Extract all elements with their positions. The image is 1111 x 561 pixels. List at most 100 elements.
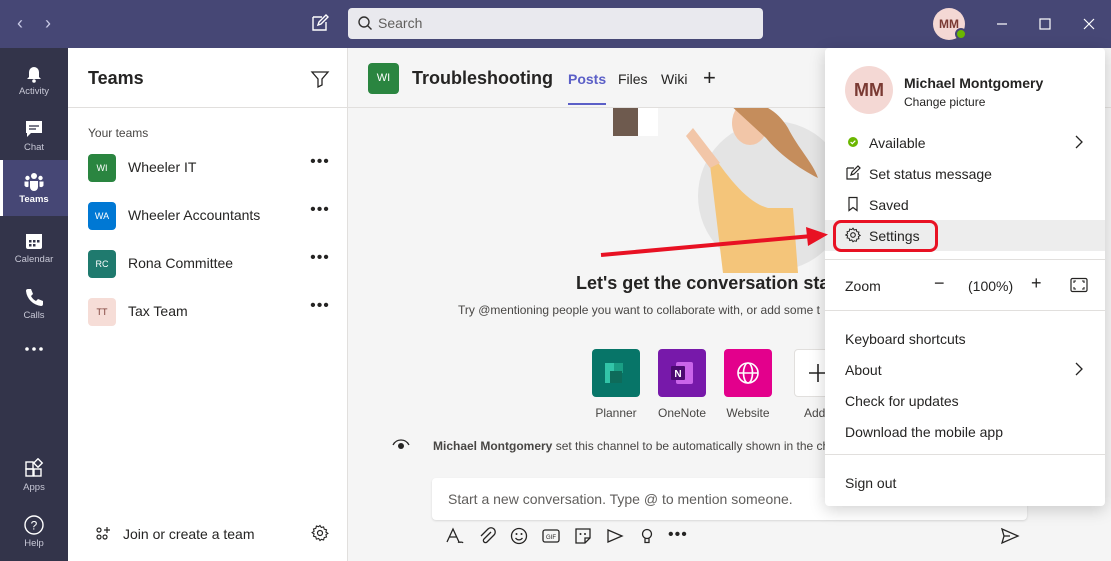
- eye-icon: [392, 438, 410, 455]
- profile-menu: MM Michael Montgomery Change picture Ava…: [825, 48, 1105, 506]
- emoji-icon[interactable]: [508, 525, 530, 547]
- status-available-item[interactable]: Available: [825, 127, 1105, 158]
- zoom-label: Zoom: [845, 278, 881, 294]
- maximize-icon[interactable]: [1031, 10, 1059, 38]
- gear-icon[interactable]: [311, 524, 329, 545]
- fullscreen-icon[interactable]: [1070, 277, 1088, 296]
- team-avatar: WI: [88, 154, 116, 182]
- zoom-out-button[interactable]: −: [934, 273, 945, 294]
- more-icon: [25, 347, 43, 351]
- team-item-tax-team[interactable]: TT Tax Team •••: [68, 286, 348, 334]
- planner-app-tile[interactable]: [592, 349, 640, 397]
- zoom-control: Zoom − (100%) +: [825, 270, 1105, 300]
- menu-item-label: Download the mobile app: [845, 424, 1003, 440]
- chat-icon: [26, 121, 42, 137]
- zoom-value: (100%): [968, 278, 1014, 294]
- channel-title: Troubleshooting: [412, 68, 553, 88]
- onenote-app-tile[interactable]: N: [658, 349, 706, 397]
- teams-header: Teams: [68, 48, 348, 108]
- change-picture-link[interactable]: Change picture: [904, 95, 985, 109]
- available-status-icon: [955, 28, 967, 40]
- rail-item-help[interactable]: ? Help: [0, 504, 68, 560]
- teams-panel: Teams Your teams WI Wheeler IT ••• WA Wh…: [68, 48, 348, 561]
- team-name: Wheeler IT: [128, 159, 197, 175]
- avatar[interactable]: MM: [845, 66, 893, 114]
- more-options-icon[interactable]: •••: [309, 154, 331, 176]
- set-status-message-item[interactable]: Set status message: [825, 158, 1105, 189]
- rail-item-calls[interactable]: Calls: [0, 276, 68, 332]
- rail-item-activity[interactable]: Activity: [0, 52, 68, 108]
- more-options-icon[interactable]: •••: [309, 298, 331, 320]
- channel-avatar: WI: [368, 63, 399, 94]
- tab-wiki[interactable]: Wiki: [661, 71, 687, 87]
- format-icon[interactable]: [444, 525, 466, 547]
- rail-item-teams[interactable]: Teams: [0, 160, 68, 216]
- join-or-create-team-button[interactable]: Join or create a team: [68, 516, 348, 556]
- menu-divider: [825, 310, 1105, 311]
- team-name: Tax Team: [128, 303, 188, 319]
- app-label-website: Website: [726, 406, 770, 420]
- search-icon: [357, 15, 373, 31]
- keyboard-shortcuts-item[interactable]: Keyboard shortcuts: [825, 323, 1105, 354]
- saved-item[interactable]: Saved: [825, 189, 1105, 220]
- filter-icon[interactable]: [310, 69, 330, 92]
- new-chat-compose-icon[interactable]: [309, 12, 331, 34]
- more-options-icon[interactable]: •••: [668, 525, 690, 547]
- team-avatar: RC: [88, 250, 116, 278]
- team-item-wheeler-it[interactable]: WI Wheeler IT •••: [68, 142, 348, 190]
- rail-item-chat[interactable]: Chat: [0, 108, 68, 164]
- join-label: Join or create a team: [123, 526, 255, 542]
- sticker-icon[interactable]: [572, 525, 594, 547]
- back-arrow-icon[interactable]: ‹: [9, 12, 31, 34]
- team-avatar: TT: [88, 298, 116, 326]
- rail-label-apps: Apps: [23, 482, 45, 493]
- menu-divider: [825, 259, 1105, 260]
- search-placeholder: Search: [378, 15, 423, 31]
- zoom-in-button[interactable]: +: [1031, 273, 1042, 294]
- send-icon[interactable]: [1000, 527, 1020, 548]
- menu-item-label: Saved: [869, 197, 909, 213]
- rail-label-teams: Teams: [19, 194, 49, 205]
- forward-arrow-icon[interactable]: ›: [37, 12, 59, 34]
- team-item-rona-committee[interactable]: RC Rona Committee •••: [68, 238, 348, 286]
- rail-item-calendar[interactable]: Calendar: [0, 220, 68, 276]
- calendar-icon: [26, 234, 42, 249]
- add-team-icon: [94, 525, 112, 546]
- rail-item-more[interactable]: [0, 328, 68, 384]
- minimize-icon[interactable]: [988, 10, 1016, 38]
- website-app-tile[interactable]: [724, 349, 772, 397]
- compose-placeholder: Start a new conversation. Type @ to ment…: [448, 491, 793, 507]
- sign-out-item[interactable]: Sign out: [825, 467, 1105, 498]
- attach-icon[interactable]: [476, 525, 498, 547]
- more-options-icon[interactable]: •••: [309, 250, 331, 272]
- gif-icon[interactable]: GIF: [540, 525, 562, 547]
- team-item-wheeler-accountants[interactable]: WA Wheeler Accountants •••: [68, 190, 348, 238]
- teams-icon: [24, 173, 44, 191]
- system-message-text: Michael Montgomery set this channel to b…: [433, 439, 829, 453]
- onenote-icon: N: [671, 362, 693, 384]
- rail-label-calendar: Calendar: [14, 254, 54, 265]
- search-input[interactable]: Search: [348, 8, 763, 39]
- about-item[interactable]: About: [825, 354, 1105, 385]
- menu-item-label: Keyboard shortcuts: [845, 331, 966, 347]
- bookmark-icon: [845, 196, 861, 212]
- rail-label-calls: Calls: [23, 310, 45, 321]
- globe-icon: [737, 362, 759, 384]
- add-tab-icon[interactable]: +: [703, 65, 716, 91]
- rail-label-help: Help: [24, 538, 44, 549]
- tab-files[interactable]: Files: [618, 71, 648, 87]
- rail-item-apps[interactable]: Apps: [0, 448, 68, 504]
- available-status-icon: [845, 134, 861, 150]
- close-icon[interactable]: [1075, 10, 1103, 38]
- svg-text:?: ?: [31, 519, 38, 533]
- download-mobile-app-item[interactable]: Download the mobile app: [825, 416, 1105, 447]
- menu-item-label: Available: [869, 135, 926, 151]
- praise-icon[interactable]: [636, 525, 658, 547]
- meet-now-icon[interactable]: [604, 525, 626, 547]
- menu-item-label: About: [845, 362, 882, 378]
- tab-posts[interactable]: Posts: [568, 71, 607, 105]
- more-options-icon[interactable]: •••: [309, 202, 331, 224]
- annotation-highlight-box: [833, 220, 938, 252]
- check-for-updates-item[interactable]: Check for updates: [825, 385, 1105, 416]
- rail-label-activity: Activity: [18, 86, 50, 97]
